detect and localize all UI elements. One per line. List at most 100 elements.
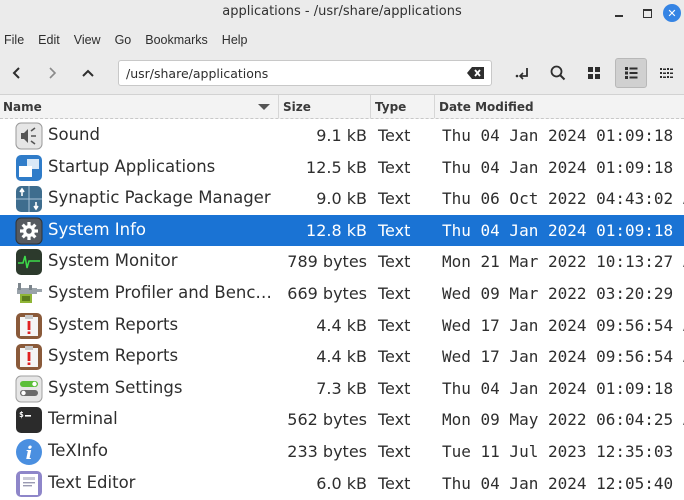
file-date-modified: Thu 04 Jan 2024 01:09:18 P <box>442 126 684 145</box>
file-date-modified: Mon 21 Mar 2022 10:13:27 A <box>442 252 684 272</box>
search-button[interactable] <box>543 59 573 87</box>
file-list[interactable]: Sound 9.1 kB Text Thu 04 Jan 2024 01:09:18 … <box>0 120 684 500</box>
chevron-left-icon <box>12 67 20 79</box>
file-row[interactable]: System Settings 7.3 kB Text Thu 04 Jan 2024… <box>0 373 684 405</box>
profiler-icon <box>15 280 43 308</box>
system-settings-icon <box>15 375 43 403</box>
file-name: Terminal <box>48 409 118 429</box>
maximize-button[interactable] <box>637 3 657 23</box>
file-name: Sound <box>48 125 100 144</box>
file-type: Text <box>378 126 411 145</box>
file-row[interactable]: Synaptic Package Manager 9.0 kB Text Thu 06… <box>0 183 684 215</box>
file-size: 789 bytes <box>287 252 367 272</box>
system-reports-icon <box>15 343 43 371</box>
toolbar <box>0 55 684 95</box>
column-name-label: Name <box>3 99 42 114</box>
menu-edit[interactable]: Edit <box>37 33 67 47</box>
terminal-icon: $ <box>15 406 43 434</box>
up-button[interactable] <box>73 59 103 87</box>
file-row[interactable]: System Monitor 789 bytes Text Mon 21 Mar 20… <box>0 246 684 278</box>
file-name: TeXInfo <box>48 441 108 460</box>
file-date-modified: Wed 17 Jan 2024 09:56:54 A <box>442 347 684 367</box>
file-row[interactable]: System Info 12.8 kB Text Thu 04 Jan 2024 01… <box>0 214 684 247</box>
column-type[interactable]: Type <box>371 95 435 118</box>
sound-icon <box>15 122 43 150</box>
menu-bar: File Edit View Go Bookmarks Help <box>0 25 684 55</box>
file-name: Startup Applications <box>48 156 216 176</box>
minimize-icon <box>615 15 623 17</box>
file-size: 233 bytes <box>287 442 367 461</box>
title-bar[interactable]: applications - /usr/share/applications ✕ <box>0 0 684 25</box>
column-size-label: Size <box>283 99 311 114</box>
menu-bookmarks[interactable]: Bookmarks <box>144 33 215 47</box>
info-icon: i <box>15 438 43 466</box>
forward-button[interactable] <box>37 59 67 87</box>
file-row[interactable]: System Reports 4.4 kB Text Wed 17 Jan 2024 … <box>0 341 684 373</box>
menu-help[interactable]: Help <box>221 33 255 47</box>
close-button[interactable]: ✕ <box>662 3 682 23</box>
file-size: 12.5 kB <box>306 157 367 177</box>
menu-go[interactable]: Go <box>114 33 139 47</box>
menu-view[interactable]: View <box>73 33 108 47</box>
menu-file[interactable]: File <box>3 33 31 47</box>
file-size: 9.1 kB <box>316 126 367 145</box>
file-row[interactable]: $ Terminal 562 bytes Text Mon 09 May 2022 06… <box>0 404 684 436</box>
svg-text:i: i <box>26 443 33 464</box>
maximize-icon <box>642 8 652 18</box>
file-size: 4.4 kB <box>316 347 367 367</box>
file-size: 669 bytes <box>287 284 367 303</box>
file-type: Text <box>378 189 411 209</box>
file-name: System Reports <box>48 346 179 366</box>
compact-list-icon <box>660 68 673 78</box>
file-type: Text <box>378 252 411 272</box>
location-bar[interactable] <box>118 60 492 86</box>
file-type: Text <box>378 410 411 430</box>
synaptic-icon <box>15 185 43 213</box>
file-size: 6.0 kB <box>316 473 367 493</box>
file-date-modified: Thu 06 Oct 2022 04:43:02 A <box>442 189 684 209</box>
file-type: Text <box>378 315 411 335</box>
system-reports-icon <box>15 312 43 340</box>
svg-text:$: $ <box>19 410 24 419</box>
backspace-icon[interactable] <box>467 66 485 80</box>
list-icon <box>625 67 638 79</box>
file-row[interactable]: System Profiler and Benc… 669 bytes Text We… <box>0 278 684 310</box>
file-size: 7.3 kB <box>316 378 367 398</box>
compact-view-button[interactable] <box>651 59 681 87</box>
column-name[interactable]: Name <box>0 95 279 118</box>
gear-icon <box>15 217 43 245</box>
file-name: System Monitor <box>48 251 178 271</box>
file-date-modified: Tue 11 Jul 2023 12:35:03 P <box>442 442 684 461</box>
close-icon: ✕ <box>663 4 681 22</box>
column-date-modified[interactable]: Date Modified <box>435 95 684 118</box>
file-type: Text <box>378 442 411 461</box>
system-monitor-icon <box>15 248 43 276</box>
file-name: System Info <box>48 219 147 239</box>
file-row[interactable]: Startup Applications 12.5 kB Text Thu 04 Ja… <box>0 152 684 184</box>
file-date-modified: Mon 09 May 2022 06:04:25 A <box>442 410 684 430</box>
icon-view-button[interactable] <box>579 59 609 87</box>
file-date-modified: Thu 04 Jan 2024 01:09:18 P <box>442 220 684 240</box>
file-size: 4.4 kB <box>316 315 367 335</box>
file-row[interactable]: i TeXInfo 233 bytes Text Tue 11 Jul 2023 12:… <box>0 436 684 468</box>
file-row[interactable]: Sound 9.1 kB Text Thu 04 Jan 2024 01:09:18 … <box>0 120 684 152</box>
file-name: Synaptic Package Manager <box>48 188 271 208</box>
file-date-modified: Thu 04 Jan 2024 12:05:40 P <box>442 473 684 493</box>
file-name: Text Editor <box>48 472 136 492</box>
chevron-right-icon <box>49 67 57 79</box>
file-row[interactable]: System Reports 4.4 kB Text Wed 17 Jan 2024 … <box>0 310 684 342</box>
grid-icon <box>588 67 600 79</box>
file-date-modified: Wed 09 Mar 2022 03:20:29 P <box>442 284 684 303</box>
startup-applications-icon <box>15 154 43 182</box>
column-size[interactable]: Size <box>279 95 371 118</box>
minimize-button[interactable] <box>609 3 629 23</box>
file-type: Text <box>378 378 411 398</box>
list-view-button[interactable] <box>615 58 647 88</box>
go-button[interactable] <box>508 59 538 87</box>
back-button[interactable] <box>2 59 32 87</box>
file-date-modified: Wed 17 Jan 2024 09:56:54 A <box>442 315 684 335</box>
file-row[interactable]: Text Editor 6.0 kB Text Thu 04 Jan 2024 12:… <box>0 468 684 500</box>
file-type: Text <box>378 284 411 303</box>
window-title: applications - /usr/share/applications <box>222 4 462 19</box>
path-input[interactable] <box>126 64 456 82</box>
